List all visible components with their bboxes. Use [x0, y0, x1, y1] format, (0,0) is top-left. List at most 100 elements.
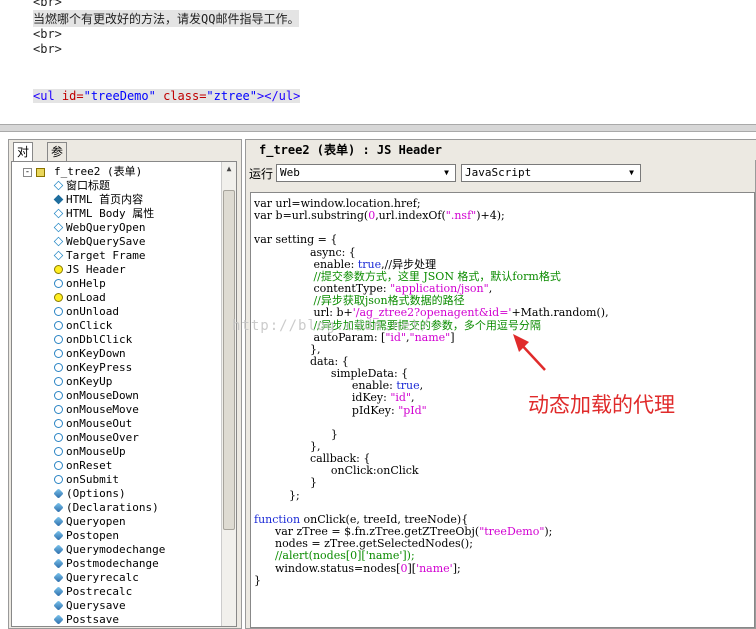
tree-item[interactable]: Querysave [53, 599, 126, 613]
code-line: enable: true, [254, 379, 423, 392]
ul-val-class: "ztree" [206, 89, 257, 103]
tree-item[interactable]: WebQuerySave [53, 235, 146, 249]
tree-item-label: Target Frame [66, 249, 146, 262]
tree-item-label: onMouseOut [66, 417, 133, 430]
tree-item[interactable]: Postrecalc [53, 585, 132, 599]
chevron-down-icon[interactable]: ▼ [440, 166, 453, 180]
circle-icon [54, 433, 63, 442]
code-token: "pId" [398, 403, 427, 417]
tree-item-label: HTML Body 属性 [66, 207, 155, 220]
circle-icon [54, 279, 63, 288]
tree-item-label: Postopen [66, 529, 119, 542]
tree-item-label: onDblClick [66, 333, 133, 346]
tree-item[interactable]: onMouseDown [54, 389, 139, 403]
tree-item-label: Postmodechange [66, 557, 159, 570]
tree-item[interactable]: Postsave [53, 613, 119, 626]
ul-attr-id: id= [61, 89, 84, 103]
source-line-ul: <ul id="treeDemo" class="ztree"></ul> [33, 89, 301, 103]
code-token: //alert(nodes[0]['name']); [254, 549, 415, 563]
tree-item-label: onMouseMove [66, 403, 139, 416]
circle-icon [54, 405, 63, 414]
tree-item[interactable]: onMouseOut [54, 417, 133, 431]
tree-item[interactable]: (Options) [53, 487, 126, 501]
tree-item[interactable]: onLoad [54, 291, 106, 305]
tree-item[interactable]: Postmodechange [53, 557, 159, 571]
tree-item[interactable]: onMouseUp [54, 445, 126, 459]
tree-item[interactable]: onMouseMove [54, 403, 139, 417]
tree-item[interactable]: Postopen [53, 529, 119, 543]
code-token: } [254, 573, 261, 587]
code-line: var b=url.substring(0,url.indexOf(".nsf"… [254, 209, 505, 222]
tree-item[interactable]: onKeyUp [54, 375, 112, 389]
circle-y-icon [54, 293, 63, 302]
tree-scrollbar[interactable]: ▲ [221, 162, 236, 626]
tree-item[interactable]: JS Header [54, 263, 126, 277]
tree-item-label: onHelp [66, 277, 106, 290]
collapse-icon[interactable]: - [23, 168, 32, 177]
tree-item[interactable]: onUnload [54, 305, 119, 319]
code-editor[interactable]: var url=window.location.href; var b=url.s… [250, 192, 755, 628]
source-line: <br> [33, 0, 62, 9]
circle-icon [54, 307, 63, 316]
gem-icon [53, 572, 64, 583]
code-line: //alert(nodes[0]['name']); [254, 549, 415, 562]
gem-icon [53, 488, 64, 499]
tree-item[interactable]: Queryrecalc [53, 571, 139, 585]
tree-item-label: onKeyDown [66, 347, 126, 360]
tab-reference[interactable]: 参考 [47, 142, 68, 178]
code-token: , [419, 379, 424, 393]
code-token: data: { [254, 354, 349, 368]
tree-item-label: Querymodechange [66, 543, 166, 556]
code-token: enable: [254, 257, 358, 271]
tree-item[interactable]: Target Frame [53, 249, 146, 263]
code-line: data: { [254, 355, 349, 368]
tree-item[interactable]: onSubmit [54, 473, 119, 487]
tree-item[interactable]: Queryopen [53, 515, 126, 529]
code-token: var b=url.substring( [254, 209, 369, 223]
scroll-up-icon[interactable]: ▲ [223, 163, 235, 175]
tree-item-label: WebQuerySave [66, 235, 146, 248]
tree-item[interactable]: onMouseOver [54, 431, 139, 445]
diamond-icon [53, 208, 64, 219]
tree-item[interactable]: onHelp [54, 277, 106, 291]
tree-item-label: onClick [66, 319, 113, 332]
tree-item[interactable]: Querymodechange [53, 543, 166, 557]
language-select[interactable]: JavaScript ▼ [461, 164, 641, 182]
tree-root-form[interactable]: f_tree2 (表单) [54, 165, 142, 179]
tree-item[interactable]: onKeyPress [54, 361, 132, 375]
chevron-down-icon[interactable]: ▼ [625, 166, 638, 180]
tree-item[interactable]: onReset [54, 459, 112, 473]
tree-item[interactable]: (Declarations) [53, 501, 159, 515]
tree-item-label: Queryrecalc [66, 571, 139, 584]
tree-item[interactable]: HTML 首页内容 [53, 193, 143, 207]
source-editor-top[interactable]: <br> 当燃哪个有更改好的方法，请发QQ邮件指导工作。 <br> <br> <… [0, 0, 756, 125]
tree-item[interactable]: onClick [54, 319, 113, 333]
tree-item[interactable]: onDblClick [54, 333, 133, 347]
gem-icon [53, 586, 64, 597]
scroll-thumb[interactable] [223, 190, 235, 530]
tree-item[interactable]: onKeyDown [54, 347, 126, 361]
circle-icon [54, 377, 63, 386]
tree-item[interactable]: WebQueryOpen [53, 221, 145, 235]
tree-item[interactable]: HTML Body 属性 [53, 207, 155, 221]
object-tree[interactable]: - f_tree2 (表单) 窗口标题 HTML 首页内容 HTML Body 属性… [11, 161, 237, 627]
code-line: var zTree = $.fn.zTree.getZTreeObj("tree… [254, 525, 552, 538]
code-line: simpleData: { [254, 367, 408, 380]
code-token: //异步获取json格式数据的路径 [254, 294, 465, 308]
tab-objects[interactable]: 对象 [13, 142, 34, 178]
code-token: true [396, 379, 420, 393]
code-token: //提交参数方式，这里 JSON 格式，默认form格式 [254, 269, 561, 283]
code-line: //提交参数方式，这里 JSON 格式，默认form格式 [254, 269, 561, 283]
circle-icon [54, 447, 63, 456]
run-target-select[interactable]: Web ▼ [276, 164, 456, 182]
code-token: }; [254, 488, 300, 502]
horizontal-splitter[interactable] [0, 124, 756, 132]
gem-icon [53, 530, 64, 541]
tree-item[interactable]: 窗口标题 [53, 179, 110, 193]
code-line: async: { [254, 246, 356, 259]
editor-title: f_tree2 (表单) : JS Header [246, 140, 756, 160]
annotation-arrow [513, 334, 546, 371]
source-line: <br> [33, 42, 62, 56]
tree-item-label: onMouseOver [66, 431, 139, 444]
code-token: onClick:onClick [254, 464, 419, 478]
